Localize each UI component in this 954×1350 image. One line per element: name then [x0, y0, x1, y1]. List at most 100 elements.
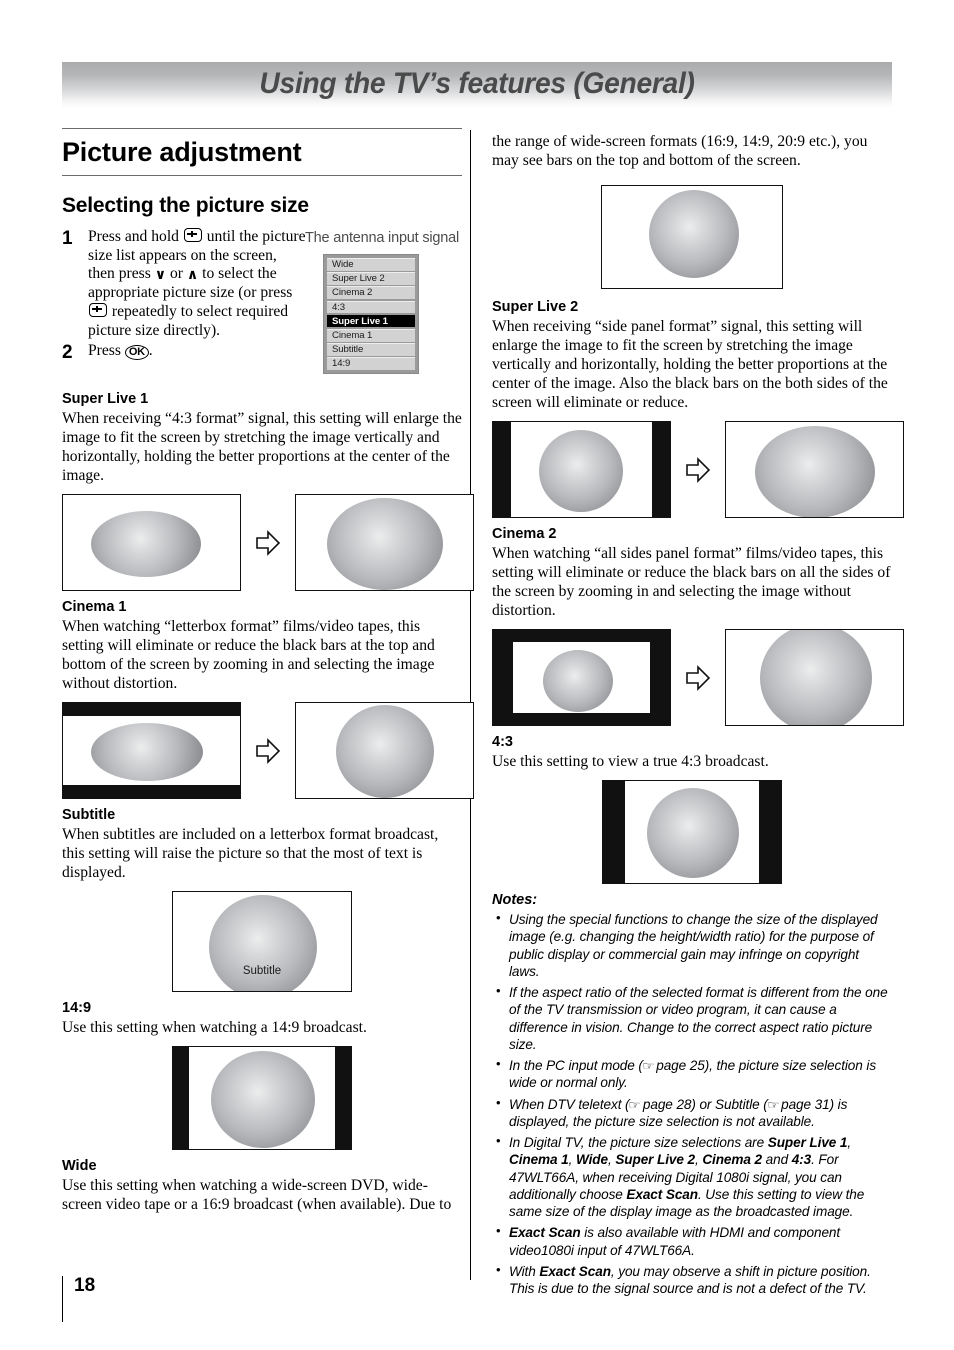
tv-before-cinema-2	[492, 629, 671, 727]
heading-wide: Wide	[62, 1158, 97, 1175]
subsection-title: Selecting the picture size	[62, 194, 309, 217]
tv-before-cinema-1	[62, 702, 241, 800]
step-1-text-a: Press and hold	[88, 228, 183, 245]
tv-before-super-live-2	[492, 421, 671, 519]
pointing-hand-icon: ☞	[766, 1097, 779, 1112]
step-2-number: 2	[62, 342, 73, 364]
sphere-shape	[647, 788, 739, 879]
section-rule-bottom	[62, 175, 462, 176]
sphere-shape	[649, 190, 739, 279]
page-footer: 18	[62, 1276, 95, 1322]
notes-list: Using the special functions to change th…	[492, 910, 892, 1298]
osd-item-wide: Wide	[327, 258, 415, 271]
transform-arrow-icon	[685, 456, 711, 484]
pointing-hand-icon: ☞	[628, 1097, 641, 1112]
sphere-shape	[760, 630, 872, 726]
section-title: Picture adjustment	[62, 137, 302, 167]
sphere-shape	[211, 1051, 315, 1149]
note-item: If the aspect ratio of the selected form…	[492, 983, 892, 1053]
step-2-text-a: Press	[88, 342, 125, 360]
sphere-shape	[209, 895, 317, 992]
note-item: With Exact Scan, you may observe a shift…	[492, 1262, 892, 1298]
heading-4-3: 4:3	[492, 734, 513, 751]
pillarbox-bar-right	[652, 422, 670, 518]
note-item: When DTV teletext (☞ page 28) or Subtitl…	[492, 1095, 892, 1131]
body-4-3: Use this setting to view a true 4:3 broa…	[492, 753, 769, 771]
pillarbox-bar-left	[603, 781, 625, 884]
figure-cinema-1	[62, 702, 474, 800]
body-super-live-1: When receiving “4:3 format” signal, this…	[62, 410, 462, 485]
letterbox-bar-top	[63, 703, 240, 717]
windowbox-bar-top	[493, 630, 670, 643]
notes-title: Notes:	[492, 892, 538, 909]
step-1-text-c: or	[166, 265, 187, 283]
osd-caption: The antenna input signal	[305, 230, 460, 246]
step-1-text-e: repeatedly to select required picture si…	[88, 302, 289, 339]
sphere-shape	[539, 430, 623, 513]
osd-item-super-live-1: Super Live 1	[327, 314, 415, 328]
heading-super-live-2: Super Live 2	[492, 299, 579, 316]
body-subtitle: When subtitles are included on a letterb…	[62, 826, 439, 882]
figure-4-3	[492, 780, 892, 885]
picture-size-button-icon-2	[89, 302, 107, 317]
section-rule-top	[62, 128, 462, 129]
windowbox-bar-right	[650, 630, 670, 726]
body-intro-continued: the range of wide-screen formats (16:9, …	[492, 133, 868, 170]
sphere-shape	[91, 511, 201, 578]
pillarbox-bar-left	[493, 422, 511, 518]
tv-after-cinema-1	[295, 702, 474, 800]
page-title: Using the TV’s features (General)	[259, 67, 695, 100]
step-2-text-b: .	[148, 342, 153, 360]
sphere-shape	[543, 650, 613, 713]
heading-14-9: 14:9	[62, 1000, 92, 1017]
body-cinema-2: When watching “all sides panel format” f…	[492, 545, 891, 620]
osd-item-14-9: 14:9	[327, 357, 415, 370]
tv-wide	[601, 185, 783, 290]
osd-item-4-3: 4:3	[327, 300, 415, 314]
figure-subtitle-label: Subtitle	[242, 965, 282, 978]
note-item: Using the special functions to change th…	[492, 910, 892, 980]
heading-cinema-2: Cinema 2	[492, 526, 557, 543]
tv-before-super-live-1	[62, 494, 241, 592]
chevron-up-icon: ∧	[186, 268, 199, 284]
windowbox-bar-bottom	[493, 713, 670, 726]
sphere-shape	[755, 426, 875, 518]
heading-cinema-1: Cinema 1	[62, 599, 127, 616]
step-1-text: Press and hold until the picture size li…	[88, 228, 306, 340]
note-item: In Digital TV, the picture size selectio…	[492, 1133, 892, 1220]
step-1-number: 1	[62, 228, 73, 249]
pillarbox-bar-right	[335, 1047, 351, 1150]
tv-subtitle: Subtitle	[172, 891, 352, 993]
body-14-9: Use this setting when watching a 14:9 br…	[62, 1019, 367, 1037]
body-cinema-1: When watching “letterbox format” films/v…	[62, 618, 435, 693]
body-wide: Use this setting when watching a wide-sc…	[62, 1177, 452, 1214]
osd-item-cinema-1: Cinema 1	[327, 328, 415, 342]
note-item: Exact Scan is also available with HDMI a…	[492, 1223, 892, 1259]
steps-list: 1 Press and hold until the picture size …	[62, 228, 462, 383]
figure-cinema-2	[492, 629, 904, 727]
note-item: In the PC input mode (☞ page 25), the pi…	[492, 1056, 892, 1092]
osd-item-super-live-2: Super Live 2	[327, 272, 415, 285]
heading-subtitle: Subtitle	[62, 807, 116, 824]
picture-size-button-icon	[183, 228, 202, 242]
transform-arrow-icon	[255, 737, 281, 765]
page-header-band: Using the TV’s features (General)	[62, 62, 892, 108]
body-super-live-2: When receiving “side panel format” signa…	[492, 318, 888, 412]
page-number: 18	[74, 1275, 96, 1296]
pointing-hand-icon: ☞	[642, 1059, 654, 1074]
osd-item-subtitle: Subtitle	[327, 343, 415, 356]
pillarbox-bar-right	[759, 781, 781, 884]
transform-arrow-icon	[255, 529, 281, 557]
figure-super-live-1	[62, 494, 474, 592]
ok-button-icon: OK	[124, 345, 149, 361]
windowbox-bar-left	[493, 630, 513, 726]
figure-wide	[492, 185, 892, 290]
tv-4-3	[602, 780, 782, 885]
sphere-shape	[91, 723, 203, 782]
tv-14-9	[172, 1046, 352, 1151]
figure-14-9	[62, 1046, 462, 1151]
tv-after-cinema-2	[725, 629, 904, 727]
pillarbox-bar-left	[173, 1047, 189, 1150]
sphere-shape	[336, 705, 434, 799]
right-column: the range of wide-screen formats (16:9, …	[492, 132, 904, 1301]
